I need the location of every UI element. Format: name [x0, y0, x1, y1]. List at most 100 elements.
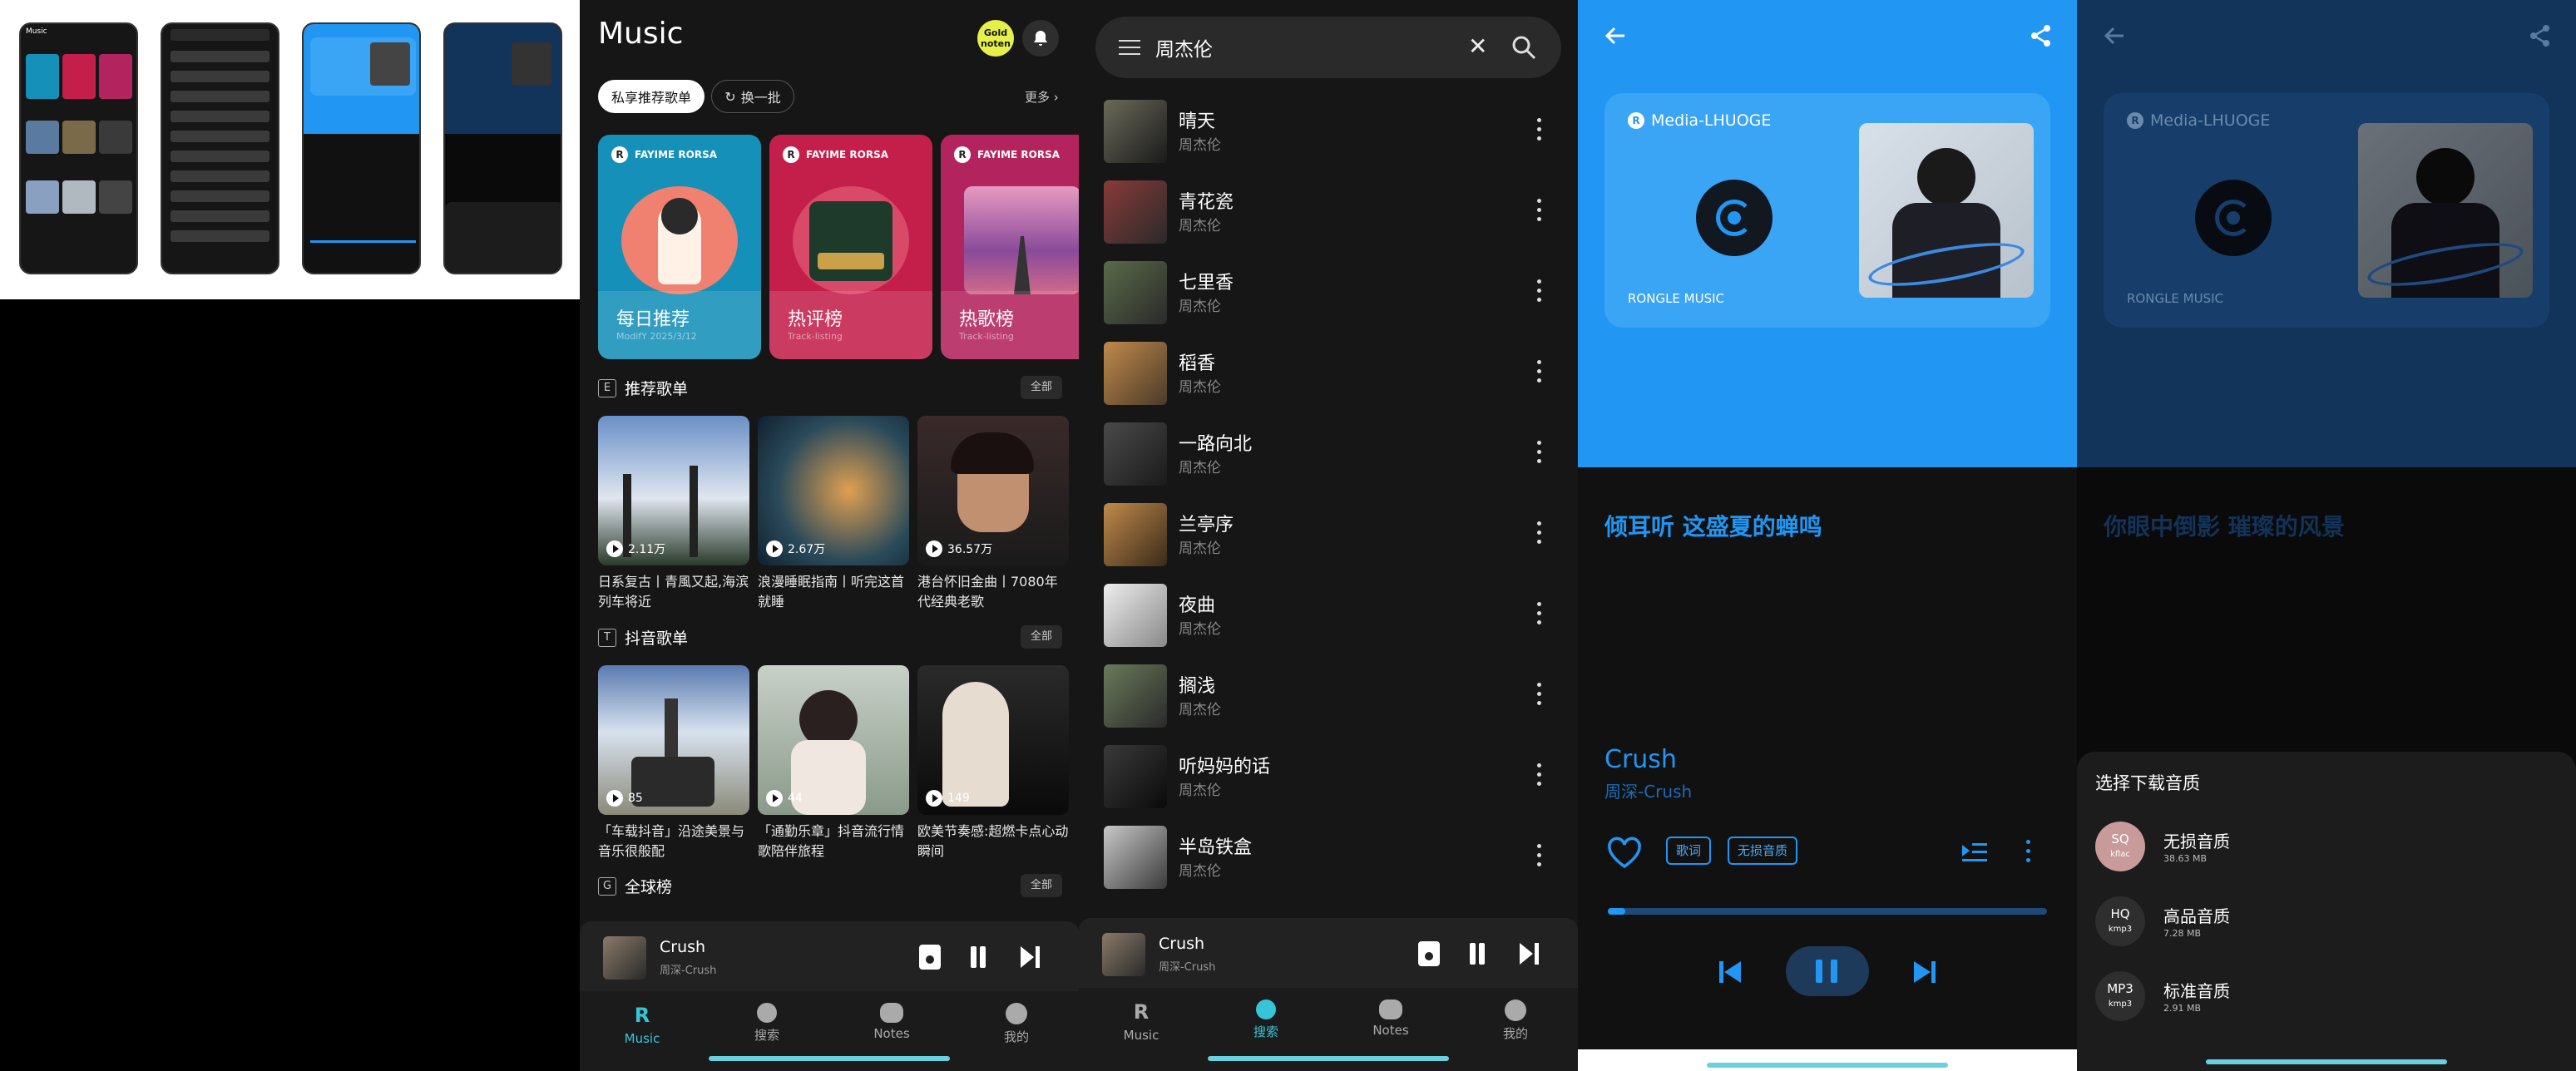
preview-home: Music [19, 22, 138, 274]
playlist-cover: 85 [598, 665, 749, 815]
playlist-card[interactable]: 85 「车载抖音」沿途美景与音乐很般配 [598, 665, 749, 861]
song-row[interactable]: 搁浅 周杰伦 [1079, 658, 1578, 738]
more-options-icon[interactable] [1537, 360, 1542, 385]
share-icon[interactable] [2029, 23, 2054, 48]
gold-badge[interactable]: Gold noten [977, 20, 1014, 57]
more-options-icon[interactable] [1537, 279, 1542, 304]
song-row[interactable]: 兰亭序 周杰伦 [1079, 496, 1578, 577]
nav-music[interactable]: R Music [1104, 999, 1179, 1043]
playlist-card[interactable]: 149 欧美节奏感:超燃卡点心动瞬间 [917, 665, 1069, 861]
speaker-icon[interactable] [1418, 941, 1440, 966]
nav-music[interactable]: R Music [605, 1003, 680, 1046]
nav-profile[interactable]: 我的 [1478, 999, 1553, 1042]
quality-option-sq[interactable]: SQ kflac 无损音质 38.63 MB [2095, 820, 2561, 873]
song-name: 一路向北 [1179, 434, 1253, 455]
quality-button[interactable]: 无损音质 [1728, 837, 1798, 865]
nav-notes[interactable]: Notes [1353, 999, 1428, 1038]
search-input[interactable]: 周杰伦 [1155, 33, 1213, 62]
card-artwork [793, 186, 909, 294]
next-icon[interactable] [1520, 943, 1540, 965]
next-icon[interactable] [1914, 961, 1936, 983]
featured-card[interactable]: R FAYIME RORSA 热评榜 Track-listing [769, 135, 932, 359]
notes-icon [880, 1003, 903, 1023]
next-icon[interactable] [1021, 946, 1041, 968]
song-row[interactable]: 青花瓷 周杰伦 [1079, 174, 1578, 254]
lyrics-button[interactable]: 歌词 [1666, 837, 1712, 865]
more-options-icon[interactable] [1537, 763, 1542, 788]
song-artist: 周杰伦 [1179, 540, 1221, 557]
more-options-icon[interactable] [1537, 118, 1542, 143]
home-indicator [1707, 1063, 1948, 1068]
featured-card[interactable]: R FAYIME RORSA 每日推荐 ModifY 2025/3/12 [598, 135, 761, 359]
progress-bar[interactable] [1608, 908, 2047, 915]
preview-search [161, 22, 279, 274]
back-arrow-icon[interactable] [2102, 23, 2127, 48]
nav-notes[interactable]: Notes [854, 1003, 929, 1041]
view-all-button[interactable]: 全部 [1021, 376, 1062, 399]
brand-logo-icon: R [954, 146, 971, 163]
playlist-card[interactable]: 2.11万 日系复古丨青風又起,海滨列车将近 [598, 416, 749, 612]
play-icon [766, 540, 783, 557]
pill-private-playlist[interactable]: 私享推荐歌单 [598, 80, 705, 113]
play-pause-button[interactable] [1786, 946, 1869, 996]
mini-player[interactable]: Crush 周深-Crush [580, 921, 1079, 991]
card-caption: RONGLE MUSIC [1628, 291, 1725, 306]
featured-card[interactable]: R FAYIME RORSA 热歌榜 Track-listing [941, 135, 1079, 359]
speaker-icon[interactable] [919, 945, 941, 970]
more-options-icon[interactable] [1537, 602, 1542, 627]
disc-icon [2195, 180, 2272, 256]
song-row[interactable]: 七里香 周杰伦 [1079, 254, 1578, 335]
back-arrow-icon[interactable] [1603, 23, 1628, 48]
pause-icon[interactable] [969, 946, 987, 968]
quality-option-mp3[interactable]: MP3 kmp3 标准音质 2.91 MB [2095, 970, 2561, 1023]
more-link[interactable]: 更多 › [1025, 88, 1059, 106]
pause-icon[interactable] [1468, 943, 1486, 965]
card-brand: R FAYIME RORSA [611, 146, 717, 163]
more-options-icon[interactable] [2026, 840, 2030, 867]
pill-refresh[interactable]: ↻ 换一批 [711, 80, 794, 113]
view-all-button[interactable]: 全部 [1021, 874, 1062, 897]
more-options-icon[interactable] [1537, 441, 1542, 466]
song-row[interactable]: 半岛铁盒 周杰伦 [1079, 819, 1578, 900]
preview-download [443, 22, 562, 274]
pause-icon [1816, 960, 1822, 983]
mini-player[interactable]: Crush 周深-Crush [1079, 918, 1578, 988]
share-icon[interactable] [2528, 23, 2553, 48]
previous-icon[interactable] [1719, 961, 1741, 983]
nav-search[interactable]: 搜索 [729, 1003, 804, 1044]
quality-option-hq[interactable]: HQ kmp3 高品音质 7.28 MB [2095, 895, 2561, 948]
notification-button[interactable] [1022, 20, 1059, 57]
playlist-card[interactable]: 36.57万 港台怀旧金曲丨7080年代经典老歌 [917, 416, 1069, 612]
song-thumbnail [1104, 826, 1167, 889]
playlist-icon[interactable] [1962, 843, 1987, 861]
search-bar[interactable]: 周杰伦 ✕ [1095, 17, 1561, 78]
playlist-card[interactable]: 2.67万 浪漫睡眠指南丨听完这首就睡 [758, 416, 909, 612]
song-row[interactable]: 听妈妈的话 周杰伦 [1079, 738, 1578, 819]
more-options-icon[interactable] [1537, 683, 1542, 708]
clear-icon[interactable]: ✕ [1468, 35, 1487, 58]
menu-icon[interactable] [1119, 40, 1140, 55]
song-name: 夜曲 [1179, 595, 1216, 616]
view-all-button[interactable]: 全部 [1021, 625, 1062, 649]
album-card: R Media-LHUOGE RONGLE MUSIC [1604, 93, 2050, 328]
more-options-icon[interactable] [1537, 521, 1542, 546]
profile-icon [1505, 999, 1526, 1021]
song-row[interactable]: 夜曲 周杰伦 [1079, 577, 1578, 658]
song-thumbnail [1104, 584, 1167, 647]
search-icon[interactable] [1511, 35, 1536, 60]
song-name: 兰亭序 [1179, 515, 1234, 536]
home-indicator [2206, 1059, 2447, 1064]
preview-title: Music [26, 27, 47, 36]
more-options-icon[interactable] [1537, 199, 1542, 224]
song-row[interactable]: 晴天 周杰伦 [1079, 93, 1578, 174]
song-row[interactable]: 一路向北 周杰伦 [1079, 416, 1578, 496]
nav-profile[interactable]: 我的 [979, 1003, 1054, 1045]
song-name: 青花瓷 [1179, 192, 1234, 213]
quality-size: 38.63 MB [2163, 853, 2208, 864]
more-options-icon[interactable] [1537, 844, 1542, 869]
song-row[interactable]: 稻香 周杰伦 [1079, 335, 1578, 416]
home-indicator [1208, 1056, 1449, 1061]
heart-icon[interactable] [1606, 837, 1643, 870]
playlist-card[interactable]: 44 「通勤乐章」抖音流行情歌陪伴旅程 [758, 665, 909, 861]
nav-search[interactable]: 搜索 [1229, 999, 1303, 1040]
